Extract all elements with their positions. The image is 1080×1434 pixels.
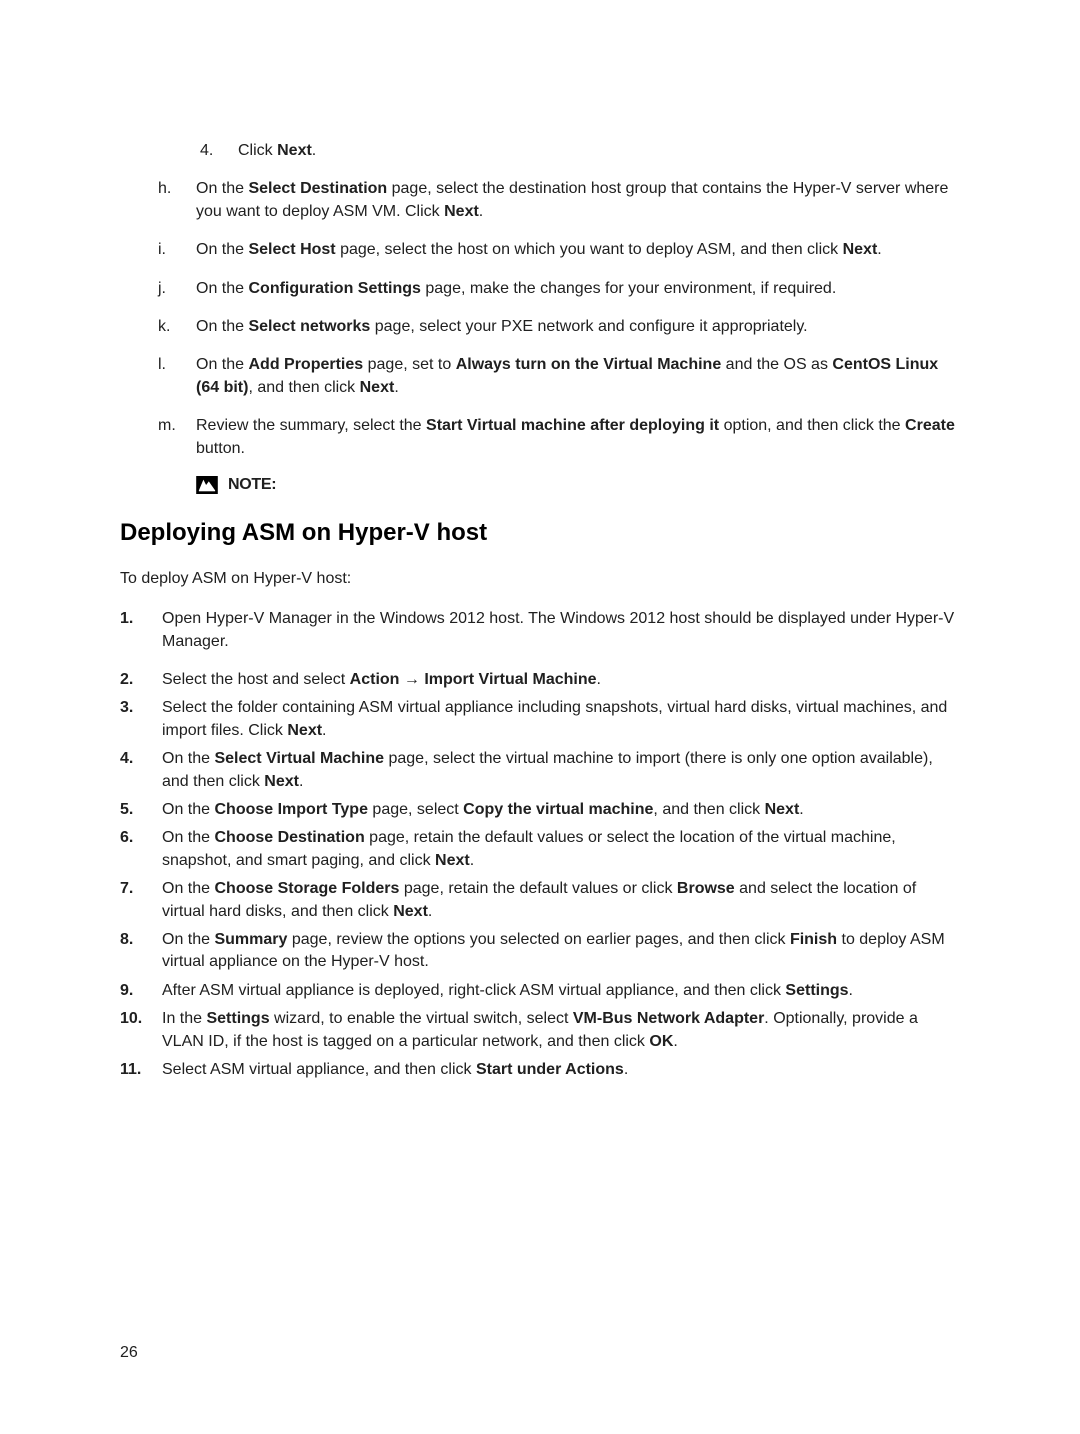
list-body: On the Choose Destination page, retain t… [162,827,960,872]
list-marker: 11. [120,1059,162,1081]
list-body: On the Select Virtual Machine page, sele… [162,748,960,793]
continued-sublist-level2: 4. Click Next. [120,140,960,162]
section-heading: Deploying ASM on Hyper-V host [120,516,960,550]
list-item: h. On the Select Destination page, selec… [158,178,960,223]
list-body: Click Next. [238,140,960,162]
list-marker: 3. [120,697,162,742]
list-item: m. Review the summary, select the Start … [158,415,960,460]
note-icon [196,476,218,494]
list-item: i. On the Select Host page, select the h… [158,239,960,261]
note: NOTE: [196,474,960,496]
list-body: On the Select Host page, select the host… [196,239,960,261]
list-item: 10. In the Settings wizard, to enable th… [120,1008,960,1053]
list-body: On the Choose Import Type page, select C… [162,799,960,821]
list-body: In the Settings wizard, to enable the vi… [162,1008,960,1053]
list-marker: 5. [120,799,162,821]
list-marker: 2. [120,669,162,691]
list-body: On the Choose Storage Folders page, reta… [162,878,960,923]
list-marker: 4. [120,748,162,793]
list-item: l. On the Add Properties page, set to Al… [158,354,960,399]
list-marker: m. [158,415,196,460]
continued-sublist-level1: h. On the Select Destination page, selec… [120,178,960,496]
list-body: On the Summary page, review the options … [162,929,960,974]
list-marker: 9. [120,980,162,1002]
list-marker: i. [158,239,196,261]
list-marker: 4. [200,140,238,162]
list-body: Review the summary, select the Start Vir… [196,415,960,460]
list-item: 8. On the Summary page, review the optio… [120,929,960,974]
list-body: After ASM virtual appliance is deployed,… [162,980,960,1002]
list-item: 7. On the Choose Storage Folders page, r… [120,878,960,923]
list-marker: 10. [120,1008,162,1053]
page-content: 4. Click Next. h. On the Select Destinat… [0,0,1080,1434]
steps-list: 1. Open Hyper-V Manager in the Windows 2… [120,608,960,1081]
list-body: On the Select networks page, select your… [196,316,960,338]
list-item: 9. After ASM virtual appliance is deploy… [120,980,960,1002]
list-body: Select the host and select Action → Impo… [162,669,960,691]
list-item: 4. On the Select Virtual Machine page, s… [120,748,960,793]
list-body: Open Hyper-V Manager in the Windows 2012… [162,608,960,653]
list-marker: h. [158,178,196,223]
note-label: NOTE: [228,474,276,496]
list-marker: j. [158,278,196,300]
list-marker: k. [158,316,196,338]
list-body: Select the folder containing ASM virtual… [162,697,960,742]
intro-paragraph: To deploy ASM on Hyper-V host: [120,568,960,590]
list-body: On the Add Properties page, set to Alway… [196,354,960,399]
list-item: 2. Select the host and select Action → I… [120,669,960,691]
note-row-container: NOTE: [158,470,960,496]
list-item: 3. Select the folder containing ASM virt… [120,697,960,742]
list-body: On the Select Destination page, select t… [196,178,960,223]
list-marker: 6. [120,827,162,872]
list-body: On the Configuration Settings page, make… [196,278,960,300]
list-item: j. On the Configuration Settings page, m… [158,278,960,300]
list-item: 1. Open Hyper-V Manager in the Windows 2… [120,608,960,653]
list-marker: 7. [120,878,162,923]
list-item: 11. Select ASM virtual appliance, and th… [120,1059,960,1081]
list-item: 6. On the Choose Destination page, retai… [120,827,960,872]
list-marker: 8. [120,929,162,974]
page-number: 26 [120,1342,138,1364]
list-marker: 1. [120,608,162,653]
list-item: 4. Click Next. [200,140,960,162]
list-item: 5. On the Choose Import Type page, selec… [120,799,960,821]
list-marker: l. [158,354,196,399]
list-item: k. On the Select networks page, select y… [158,316,960,338]
list-body: Select ASM virtual appliance, and then c… [162,1059,960,1081]
